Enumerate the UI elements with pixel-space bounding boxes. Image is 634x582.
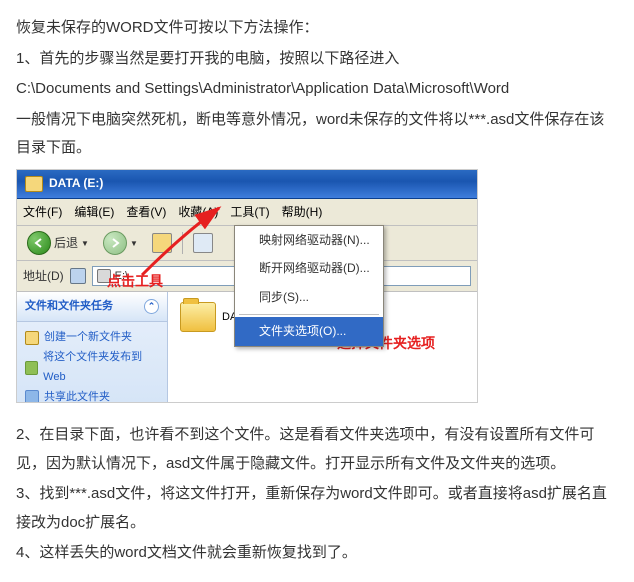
forward-button[interactable]: ▼ — [99, 229, 142, 257]
para-path: C:\Documents and Settings\Administrator\… — [16, 75, 618, 104]
back-label: 后退 — [54, 232, 78, 255]
search-icon — [193, 233, 213, 253]
back-button[interactable]: 后退 ▼ — [23, 229, 93, 257]
menu-file[interactable]: 文件(F) — [23, 201, 62, 224]
task-label: 创建一个新文件夹 — [44, 328, 132, 348]
publish-icon — [25, 361, 38, 375]
dropdown-label: 文件夹选项(O)... — [259, 320, 346, 343]
chevron-down-icon: ▼ — [81, 236, 89, 251]
explorer-screenshot: DATA (E:) 文件(F) 编辑(E) 查看(V) 收藏(A) 工具(T) … — [16, 169, 478, 404]
dropdown-label: 同步(S)... — [259, 286, 309, 309]
tools-dropdown: 映射网络驱动器(N)... 断开网络驱动器(D)... 同步(S)... 文件夹… — [234, 225, 384, 347]
task-label: 共享此文件夹 — [44, 388, 110, 403]
share-icon — [25, 390, 39, 402]
para-intro: 恢复未保存的WORD文件可按以下方法操作： — [16, 14, 618, 43]
menubar: 文件(F) 编辑(E) 查看(V) 收藏(A) 工具(T) 帮助(H) — [17, 199, 477, 227]
folder-icon — [180, 302, 216, 332]
up-folder-icon — [152, 233, 172, 253]
task-publish[interactable]: 将这个文件夹发布到 Web — [25, 348, 159, 388]
para-step2: 2、在目录下面，也许看不到这个文件。这是看看文件夹选项中，有没有设置所有文件可见… — [16, 421, 618, 478]
dropdown-item-folder-options[interactable]: 文件夹选项(O)... — [235, 317, 383, 346]
tasks-header-label: 文件和文件夹任务 — [25, 296, 113, 317]
search-button[interactable] — [189, 231, 217, 255]
task-label: 将这个文件夹发布到 Web — [43, 348, 159, 388]
para-step3: 3、找到***.asd文件，将这文件打开，重新保存为word文件即可。或者直接将… — [16, 480, 618, 537]
back-arrow-icon — [27, 231, 51, 255]
new-folder-icon — [25, 331, 39, 345]
window-title: DATA (E:) — [49, 172, 103, 195]
tasks-header[interactable]: 文件和文件夹任务 ⌃ — [17, 292, 167, 322]
up-button[interactable] — [148, 231, 176, 255]
window-titlebar: DATA (E:) — [17, 170, 477, 199]
folder-icon — [25, 176, 43, 192]
dropdown-separator — [239, 314, 379, 315]
address-label: 地址(D) — [23, 265, 64, 288]
para-step4: 4、这样丢失的word文档文件就会重新恢复找到了。 — [16, 539, 618, 568]
dropdown-item-sync[interactable]: 同步(S)... — [235, 283, 383, 312]
tasks-panel: 文件和文件夹任务 ⌃ 创建一个新文件夹 将这个文件夹发布到 Web 共享此文件夹 — [17, 292, 168, 402]
collapse-icon: ⌃ — [144, 299, 159, 314]
menu-tools[interactable]: 工具(T) — [230, 201, 269, 224]
menu-edit[interactable]: 编辑(E) — [74, 201, 114, 224]
menu-help[interactable]: 帮助(H) — [282, 201, 323, 224]
task-new-folder[interactable]: 创建一个新文件夹 — [25, 328, 159, 348]
task-share[interactable]: 共享此文件夹 — [25, 388, 159, 403]
dropdown-item-map-drive[interactable]: 映射网络驱动器(N)... — [235, 226, 383, 255]
annotation-click-tools: 点击工具 — [107, 268, 163, 295]
address-icon — [70, 268, 86, 284]
para-step1: 1、首先的步骤当然是要打开我的电脑，按照以下路径进入 — [16, 45, 618, 74]
dropdown-item-disconnect[interactable]: 断开网络驱动器(D)... — [235, 254, 383, 283]
chevron-down-icon: ▼ — [130, 236, 138, 251]
forward-arrow-icon — [103, 231, 127, 255]
dropdown-label: 断开网络驱动器(D)... — [259, 257, 370, 280]
para-explain1: 一般情况下电脑突然死机，断电等意外情况，word未保存的文件将以***.asd文… — [16, 106, 618, 163]
menu-favorites[interactable]: 收藏(A) — [178, 201, 218, 224]
dropdown-label: 映射网络驱动器(N)... — [259, 229, 370, 252]
menu-view[interactable]: 查看(V) — [126, 201, 166, 224]
